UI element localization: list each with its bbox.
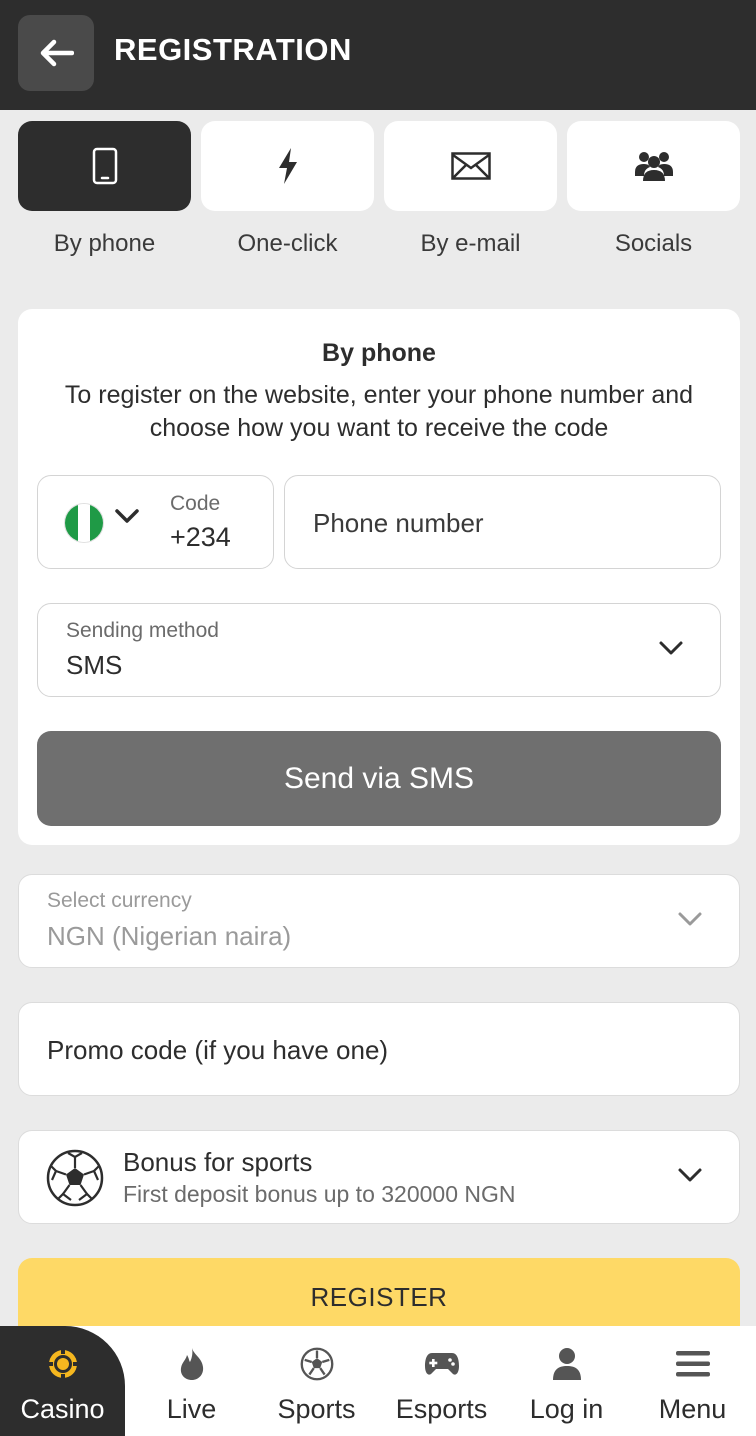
registration-card: By phone To register on the website, ent… [18,309,740,845]
tab-label-one-click: One-click [237,230,338,257]
phone-icon [92,147,117,185]
chevron-down-icon [678,1168,702,1182]
gamepad-icon [424,1353,459,1375]
tab-label-socials: Socials [614,230,693,257]
tab-label-by-phone: By phone [53,230,156,257]
chevron-down-icon [115,509,139,523]
country-code-selector[interactable]: Code +234 [37,475,274,569]
sending-method-label: Sending method [66,619,219,642]
code-value: +234 [170,522,231,552]
page-title: REGISTRATION [114,32,352,67]
chevron-down-icon [678,912,702,926]
nav-esports-label: Esports [395,1394,488,1424]
tab-by-email[interactable] [384,121,557,211]
currency-value: NGN (Nigerian naira) [47,921,292,951]
form-title: By phone [322,339,436,367]
chevron-down-icon [659,641,683,655]
phone-number-placeholder: Phone number [313,508,484,538]
people-icon [634,152,673,181]
flame-icon [180,1348,203,1380]
promo-code-input[interactable]: Promo code (if you have one) [18,1002,740,1096]
arrow-left-icon [40,39,74,67]
lightning-icon [278,148,297,184]
casino-chip-icon [47,1349,78,1379]
menu-icon [675,1351,710,1377]
phone-number-input[interactable]: Phone number [284,475,721,569]
nav-sports[interactable]: Sports [254,1326,379,1436]
currency-select[interactable]: Select currency NGN (Nigerian naira) [18,874,740,968]
nigeria-flag-icon [64,503,104,543]
back-button[interactable] [18,15,94,91]
nav-live-label: Live [166,1394,217,1424]
tab-socials[interactable] [567,121,740,211]
nav-casino[interactable]: Casino [0,1326,125,1436]
nav-casino-label: Casino [20,1394,105,1424]
nav-log-in[interactable]: Log in [504,1326,629,1436]
sending-method-select[interactable]: Sending method SMS [37,603,721,697]
soccer-ball-icon [300,1347,333,1381]
nav-esports[interactable]: Esports [379,1326,504,1436]
currency-label: Select currency [47,889,192,912]
bonus-title: Bonus for sports [123,1147,313,1177]
bonus-select[interactable]: Bonus for sports First deposit bonus up … [18,1130,740,1224]
user-icon [552,1348,581,1380]
tab-label-by-email: By e-mail [420,230,521,257]
send-via-sms-button[interactable]: Send via SMS [37,731,721,826]
sending-method-value: SMS [66,650,123,680]
bonus-subtitle: First deposit bonus up to 320000 NGN [123,1181,516,1207]
tab-one-click[interactable] [201,121,374,211]
bottom-nav: Casino Live Sports Esports Log in Menu [0,1326,756,1436]
nav-log-in-label: Log in [529,1394,604,1424]
nav-menu[interactable]: Menu [629,1326,756,1436]
soccer-ball-icon [46,1149,104,1207]
header: REGISTRATION [0,0,756,110]
nav-menu-label: Menu [658,1394,727,1424]
nav-live[interactable]: Live [129,1326,254,1436]
tab-by-phone[interactable] [18,121,191,211]
code-label: Code [170,492,221,515]
form-description: To register on the website, enter your p… [64,381,694,442]
promo-code-placeholder: Promo code (if you have one) [47,1035,389,1065]
nav-sports-label: Sports [277,1394,356,1424]
register-button-label: REGISTER [310,1282,448,1312]
envelope-icon [450,152,491,180]
